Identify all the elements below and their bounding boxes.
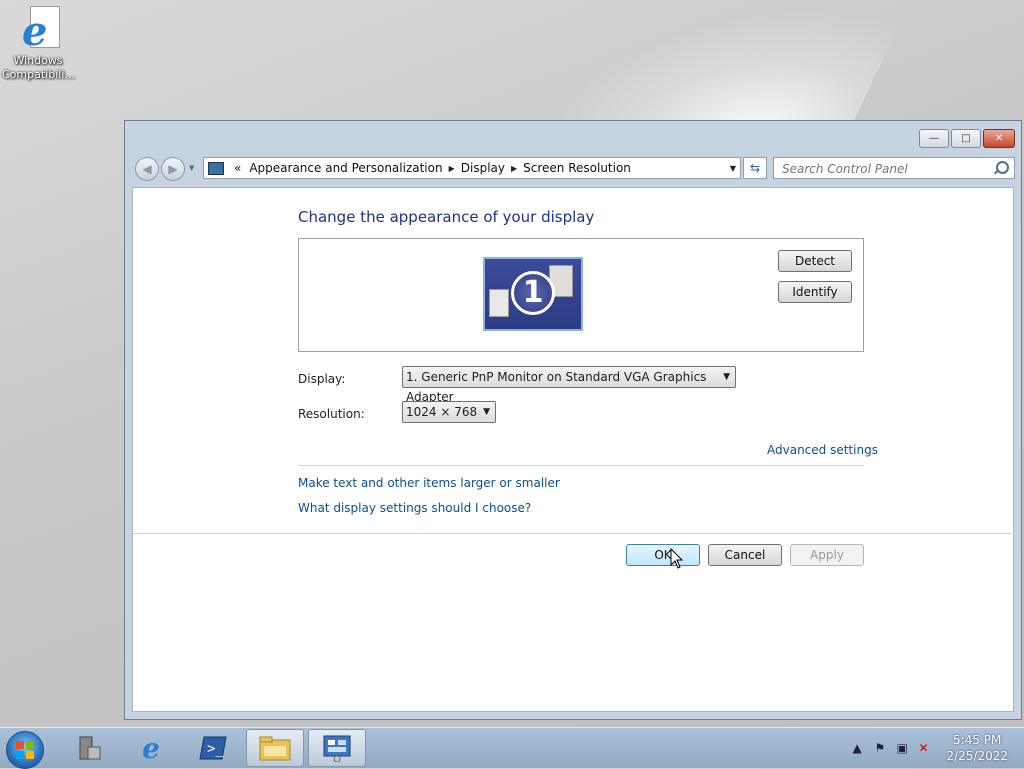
back-button[interactable]: ◀ [135, 157, 159, 181]
content-pane: Change the appearance of your display 1 … [132, 187, 1015, 712]
resolution-select[interactable]: 1024 × 768 ▼ [402, 401, 496, 423]
windows-logo-icon [16, 741, 34, 759]
breadcrumb-appearance[interactable]: Appearance and Personalization [245, 161, 446, 175]
divider [298, 465, 864, 466]
display-select-value: 1. Generic PnP Monitor on Standard VGA G… [406, 370, 707, 404]
display-settings-help-link[interactable]: What display settings should I choose? [298, 501, 531, 515]
monitor-number: 1 [511, 271, 555, 315]
taskbar-server-manager[interactable] [60, 729, 118, 767]
network-icon[interactable]: ▣ [896, 741, 910, 755]
cancel-button[interactable]: Cancel [708, 544, 782, 566]
maximize-button[interactable]: □ [951, 129, 981, 148]
volume-muted-icon[interactable]: ✕ [918, 741, 932, 755]
address-overflow[interactable]: « [230, 161, 245, 175]
monitor-icon[interactable]: 1 [483, 257, 583, 331]
taskbar-control-panel[interactable] [308, 729, 366, 767]
refresh-icon: ⇆ [749, 161, 761, 175]
chevron-down-icon: ▼ [723, 372, 730, 382]
ok-button[interactable]: OK [626, 544, 700, 566]
minimize-button[interactable]: — [919, 129, 949, 148]
file-explorer-icon [259, 736, 291, 761]
wallpaper-swoosh [529, 0, 911, 130]
internet-explorer-icon: e [142, 731, 160, 765]
display-select[interactable]: 1. Generic PnP Monitor on Standard VGA G… [402, 366, 736, 404]
text-size-link[interactable]: Make text and other items larger or smal… [298, 476, 560, 490]
recent-pages-chevron-icon[interactable]: ▼ [189, 164, 194, 172]
search-input[interactable] [780, 159, 984, 179]
chevron-down-icon: ▼ [483, 407, 490, 417]
system-tray: ▲ ⚑ ▣ ✕ 5:45 PM 2/25/2022 [848, 728, 1024, 768]
clock-date: 2/25/2022 [946, 749, 1008, 763]
search-icon[interactable] [996, 161, 1009, 174]
close-button[interactable]: ✕ [983, 129, 1015, 148]
server-manager-icon [79, 736, 101, 760]
control-panel-icon [323, 735, 351, 762]
search-box[interactable] [773, 157, 1015, 179]
forward-button[interactable]: ▶ [161, 157, 185, 181]
resolution-select-value: 1024 × 768 [406, 405, 478, 419]
back-arrow-icon: ◀ [142, 162, 152, 176]
forward-arrow-icon: ▶ [168, 162, 178, 176]
breadcrumb-separator-icon[interactable]: ▶ [509, 164, 519, 173]
svg-text:>_: >_ [207, 741, 224, 757]
title-bar[interactable]: — □ ✕ [125, 121, 1021, 155]
desktop-icon-windows-compatibility[interactable]: e Windows Compatibili... [2, 4, 75, 82]
apply-button[interactable]: Apply [790, 544, 864, 566]
taskbar-powershell[interactable]: >_ [184, 729, 242, 767]
start-button[interactable] [6, 731, 44, 769]
advanced-settings-link[interactable]: Advanced settings [767, 443, 878, 457]
detect-button[interactable]: Detect [778, 250, 852, 272]
address-bar[interactable]: « Appearance and Personalization ▶ Displ… [203, 157, 741, 179]
address-dropdown-icon[interactable]: ▼ [730, 164, 736, 173]
screen-resolution-window: — □ ✕ ◀ ▶ ▼ « Appearance and Personaliza… [124, 120, 1022, 720]
divider [133, 533, 1015, 534]
page-title: Change the appearance of your display [298, 208, 595, 226]
taskbar-internet-explorer[interactable]: e [122, 729, 180, 767]
powershell-icon: >_ [199, 736, 227, 760]
internet-explorer-icon: e [16, 4, 60, 54]
clock-time: 5:45 PM [953, 733, 1002, 747]
refresh-button[interactable]: ⇆ [743, 157, 767, 179]
clock[interactable]: 5:45 PM 2/25/2022 [946, 732, 1008, 764]
action-center-flag-icon[interactable]: ⚑ [874, 741, 888, 755]
identify-button[interactable]: Identify [778, 281, 852, 303]
breadcrumb-separator-icon[interactable]: ▶ [447, 164, 457, 173]
show-hidden-icons-icon[interactable]: ▲ [852, 741, 866, 755]
desktop-icon-label: Windows Compatibili... [2, 54, 75, 81]
mouse-cursor-icon [670, 548, 684, 569]
taskbar-file-explorer[interactable] [246, 729, 304, 767]
display-label: Display: [298, 372, 346, 386]
breadcrumb-display[interactable]: Display [457, 161, 509, 175]
taskbar: e >_ ▲ ⚑ ▣ ✕ 5:45 PM 2/25/2022 [0, 727, 1024, 769]
monitor-preview-area: 1 Detect Identify [298, 238, 864, 352]
navigation-bar: ◀ ▶ ▼ « Appearance and Personalization ▶… [133, 155, 1015, 183]
breadcrumb-screen-resolution[interactable]: Screen Resolution [519, 161, 635, 175]
resolution-label: Resolution: [298, 407, 365, 421]
control-panel-icon [208, 161, 224, 175]
